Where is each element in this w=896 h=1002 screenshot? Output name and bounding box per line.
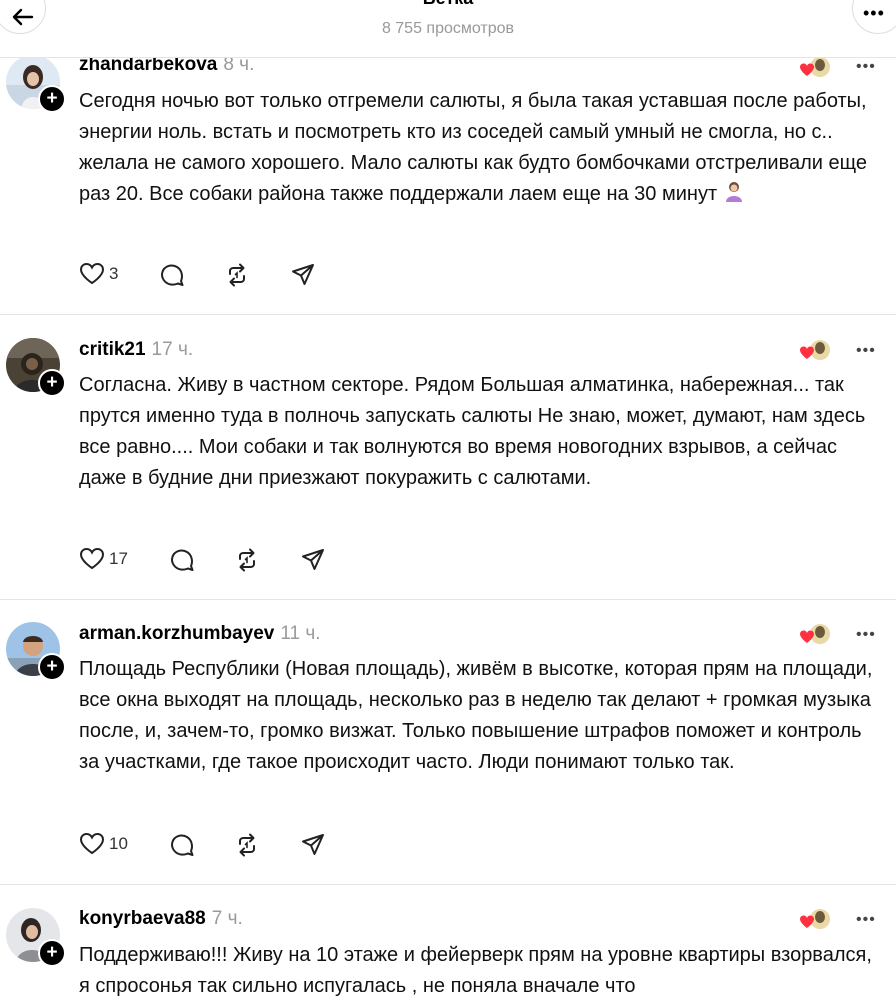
repost-icon xyxy=(229,263,245,287)
like-count: 10 xyxy=(109,834,128,853)
view-count: 8 755 просмотров xyxy=(381,20,515,37)
person-shrugging-emoji-icon xyxy=(725,182,742,202)
post-divider xyxy=(0,884,896,885)
follow-plus-icon[interactable]: + xyxy=(38,653,66,681)
like-button[interactable]: 17 xyxy=(79,547,128,571)
heart-icon xyxy=(79,832,105,855)
comment-icon xyxy=(161,264,184,286)
repost-button[interactable] xyxy=(234,547,260,573)
post-username[interactable]: arman.korzhumbayev 11 ч. xyxy=(79,623,321,645)
post-more-button[interactable]: ••• xyxy=(856,342,876,360)
post-divider xyxy=(0,599,896,600)
like-button[interactable]: 3 xyxy=(79,262,118,286)
header-divider xyxy=(0,57,896,58)
post-more-button[interactable]: ••• xyxy=(856,58,876,76)
post-username[interactable]: critik21 17 ч. xyxy=(79,339,193,361)
post-text: Поддерживаю!!! Живу на 10 этаже и фейерв… xyxy=(79,944,872,997)
repost-icon xyxy=(239,833,255,857)
thread-header: Ветка 8 755 просмотров ••• xyxy=(0,0,896,58)
liked-by-author-badge xyxy=(800,340,830,360)
post-more-button[interactable]: ••• xyxy=(856,626,876,644)
reply-button[interactable] xyxy=(169,547,195,573)
reply-button[interactable] xyxy=(169,832,195,858)
post-time: 17 ч. xyxy=(151,339,194,360)
repost-button[interactable] xyxy=(224,262,250,288)
reply-button[interactable] xyxy=(159,262,185,288)
liked-by-author-badge xyxy=(800,624,830,644)
post-time: 11 ч. xyxy=(280,623,321,644)
post-text: Согласна. Живу в частном секторе. Рядом … xyxy=(79,374,866,489)
post-divider xyxy=(0,314,896,315)
like-count: 3 xyxy=(109,264,119,283)
follow-plus-icon[interactable]: + xyxy=(38,369,66,397)
follow-plus-icon[interactable]: + xyxy=(38,939,66,967)
liked-by-author-badge xyxy=(800,57,830,77)
comment-icon xyxy=(171,834,194,856)
post-more-button[interactable]: ••• xyxy=(856,911,876,929)
share-button[interactable] xyxy=(300,547,326,573)
post-username[interactable]: konyrbaeva88 7 ч. xyxy=(79,908,243,930)
like-count: 17 xyxy=(109,549,128,568)
send-icon xyxy=(302,549,324,570)
post-text: Сегодня ночью вот только отгремели салют… xyxy=(79,90,867,205)
post-time: 7 ч. xyxy=(211,908,243,929)
more-dots-icon: ••• xyxy=(863,3,885,23)
like-button[interactable]: 10 xyxy=(79,832,128,856)
share-button[interactable] xyxy=(300,832,326,858)
follow-plus-icon[interactable]: + xyxy=(38,85,66,113)
comment-icon xyxy=(171,549,194,571)
heart-icon xyxy=(79,547,105,570)
repost-icon xyxy=(239,548,255,572)
heart-icon xyxy=(79,262,105,285)
send-icon xyxy=(292,264,314,285)
post-text: Площадь Республики (Новая площадь), живё… xyxy=(79,658,873,773)
share-button[interactable] xyxy=(290,262,316,288)
send-icon xyxy=(302,834,324,855)
page-title: Ветка xyxy=(0,0,896,9)
liked-by-author-badge xyxy=(800,909,830,929)
repost-button[interactable] xyxy=(234,832,260,858)
